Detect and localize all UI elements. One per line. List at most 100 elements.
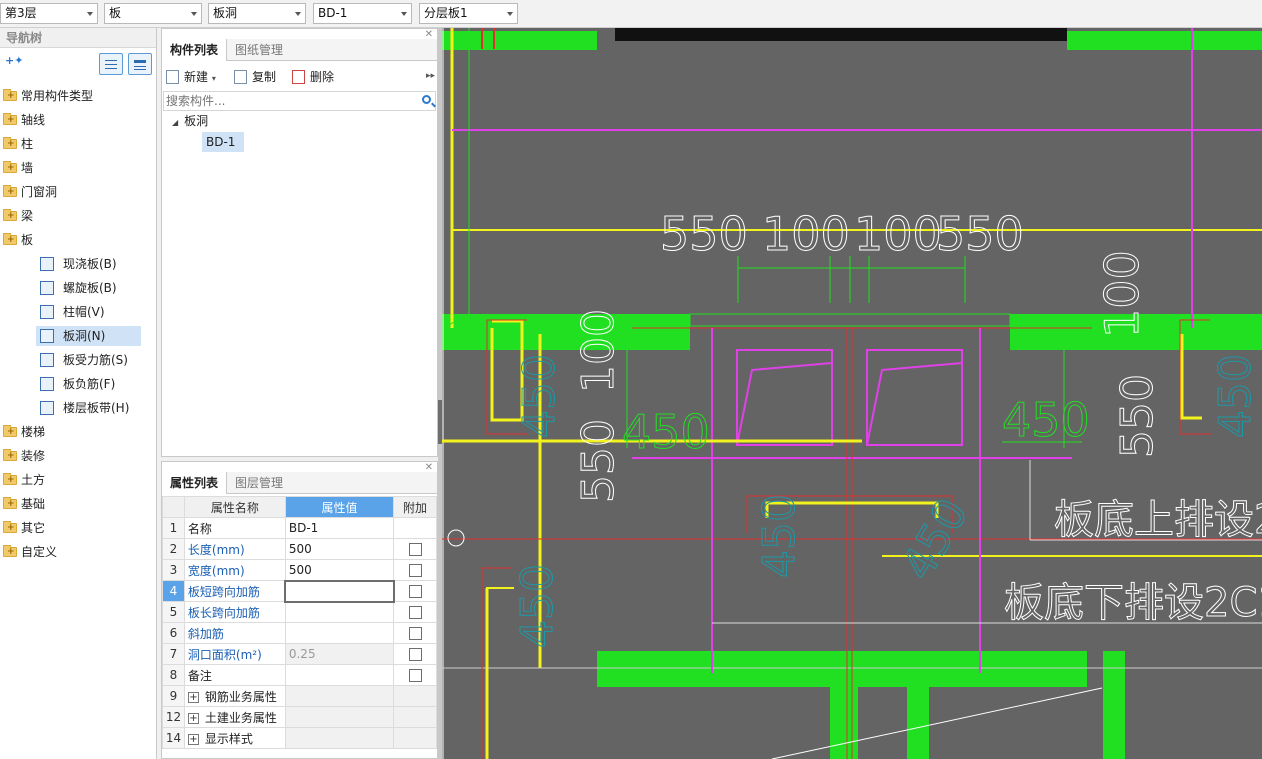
property-row[interactable]: 4 板短跨向加筋 [162,579,437,603]
property-value-cell[interactable] [284,579,395,603]
folder-icon: + [3,113,17,125]
tree-root[interactable]: ◢ 板洞 [172,111,208,131]
beam-mid-left [442,314,690,350]
chevron-down-icon [87,12,93,16]
floor-select[interactable]: 第3层 [0,3,98,24]
property-row[interactable]: 8 备注 [162,664,437,686]
attach-checkbox[interactable] [408,669,422,682]
property-name-cell: 宽度(mm) [183,559,286,581]
slab-edge [689,313,1011,327]
nav-toolbar: +✦ [0,48,156,82]
extra-cell [393,685,437,707]
grid-view-button[interactable] [128,53,152,75]
cad-drawing[interactable]: 550 100 100 550 100 100 550 550 450 450 … [442,28,1262,759]
nav-category[interactable]: + 土方 [0,470,156,490]
nav-subitem[interactable]: 柱帽(V) [0,302,156,322]
white-line [771,687,1103,759]
attach-checkbox[interactable] [408,606,422,619]
nav-subitem[interactable]: 板洞(N) [0,326,156,346]
nav-category[interactable]: + 梁 [0,206,156,226]
tree-root-label: 板洞 [184,114,209,128]
property-value-cell[interactable] [284,601,395,623]
nav-category[interactable]: + 轴线 [0,110,156,130]
delete-button-label: 删除 [310,70,335,84]
category-select-value: 板 [109,6,122,20]
component-toolbar: 新建 ▾ 复制 删除 ▸▸ [162,65,437,89]
component-search[interactable] [163,91,436,111]
layer-select[interactable]: 分层板1 [419,3,518,24]
property-row[interactable]: 2 长度(mm) 500 [162,538,437,560]
property-row[interactable]: 6 斜加筋 [162,622,437,644]
layer-select-value: 分层板1 [424,6,468,20]
property-name-cell: 洞口面积(m²) [183,643,286,665]
nav-subitem[interactable]: 板受力筋(S) [0,350,156,370]
expand-icon[interactable]: + [187,733,199,745]
search-input[interactable] [164,92,414,110]
property-name: 斜加筋 [187,626,224,641]
tab-property-list[interactable]: 属性列表 [162,472,228,494]
tab-drawing-management[interactable]: 图纸管理 [227,39,291,61]
new-button[interactable]: 新建 ▾ [166,69,216,85]
property-value-cell[interactable]: BD-1 [284,517,395,539]
property-name-cell: + 钢筋业务属性 [183,685,286,707]
nav-category[interactable]: + 装修 [0,446,156,466]
property-value-cell[interactable]: 500 [284,538,395,560]
properties-table: 属性名称 属性值 附加 1 名称 BD-1 2 长度(mm) 500 3 宽度(mm) 500 4… [162,496,437,749]
property-row[interactable]: 3 宽度(mm) 500 [162,559,437,581]
property-name: 显示样式 [204,731,253,746]
nav-category[interactable]: + 其它 [0,518,156,538]
list-view-button[interactable] [99,53,123,75]
row-number: 2 [162,538,185,560]
dimension-text-550: 550 [660,207,748,261]
delete-button[interactable]: 删除 [292,69,334,85]
column-bottom-center [830,687,858,759]
attach-checkbox[interactable] [408,543,422,556]
property-row[interactable]: 1 名称 BD-1 [162,517,437,539]
nav-category-label: 板 [21,233,34,247]
row-number: 9 [162,685,185,707]
more-icon[interactable]: ▸▸ [426,71,435,81]
nav-category[interactable]: + 柱 [0,134,156,154]
nav-category[interactable]: + 墙 [0,158,156,178]
component-type-icon [40,401,54,415]
search-icon[interactable] [422,95,431,104]
expand-icon[interactable]: + [187,691,199,703]
extra-cell [393,538,437,560]
nav-subitem[interactable]: 螺旋板(B) [0,278,156,298]
property-value-cell[interactable]: 500 [284,559,395,581]
property-row[interactable]: 12 + 土建业务属性 [162,706,437,728]
copy-button[interactable]: 复制 [234,69,276,85]
property-row[interactable]: 7 洞口面积(m²) 0.25 [162,643,437,665]
property-row[interactable]: 14 + 显示样式 [162,727,437,749]
property-row[interactable]: 5 板长跨向加筋 [162,601,437,623]
property-value-cell[interactable] [284,622,395,644]
nav-subitem[interactable]: 现浇板(B) [0,254,156,274]
add-icon[interactable]: +✦ [5,54,23,67]
property-value-cell[interactable] [284,664,395,686]
header-extra: 附加 [393,496,437,518]
expand-icon[interactable]: + [187,712,199,724]
property-row[interactable]: 9 + 钢筋业务属性 [162,685,437,707]
cad-drawing-canvas[interactable]: 550 100 100 550 100 100 550 550 450 450 … [442,28,1262,759]
nav-category[interactable]: + 常用构件类型 [0,86,156,106]
attach-checkbox[interactable] [408,627,422,640]
component-select[interactable]: BD-1 [313,3,412,24]
category-select[interactable]: 板 [104,3,202,24]
type-select[interactable]: 板洞 [208,3,306,24]
nav-subitem[interactable]: 楼层板带(H) [0,398,156,418]
attach-checkbox[interactable] [408,648,422,661]
nav-category[interactable]: + 楼梯 [0,422,156,442]
nav-category[interactable]: + 门窗洞 [0,182,156,202]
folder-icon: + [3,473,17,485]
tab-component-list[interactable]: 构件列表 [162,39,228,61]
nav-subitem[interactable]: 板负筋(F) [0,374,156,394]
triangle-down-icon[interactable]: ◢ [172,118,178,127]
nav-category[interactable]: + 自定义 [0,542,156,562]
property-value-cell [284,706,395,728]
nav-category[interactable]: + 板 [0,230,156,250]
attach-checkbox[interactable] [408,585,422,598]
nav-category[interactable]: + 基础 [0,494,156,514]
tab-layer-management[interactable]: 图层管理 [227,472,291,494]
attach-checkbox[interactable] [408,564,422,577]
tree-item-bd1[interactable]: BD-1 [202,132,244,152]
